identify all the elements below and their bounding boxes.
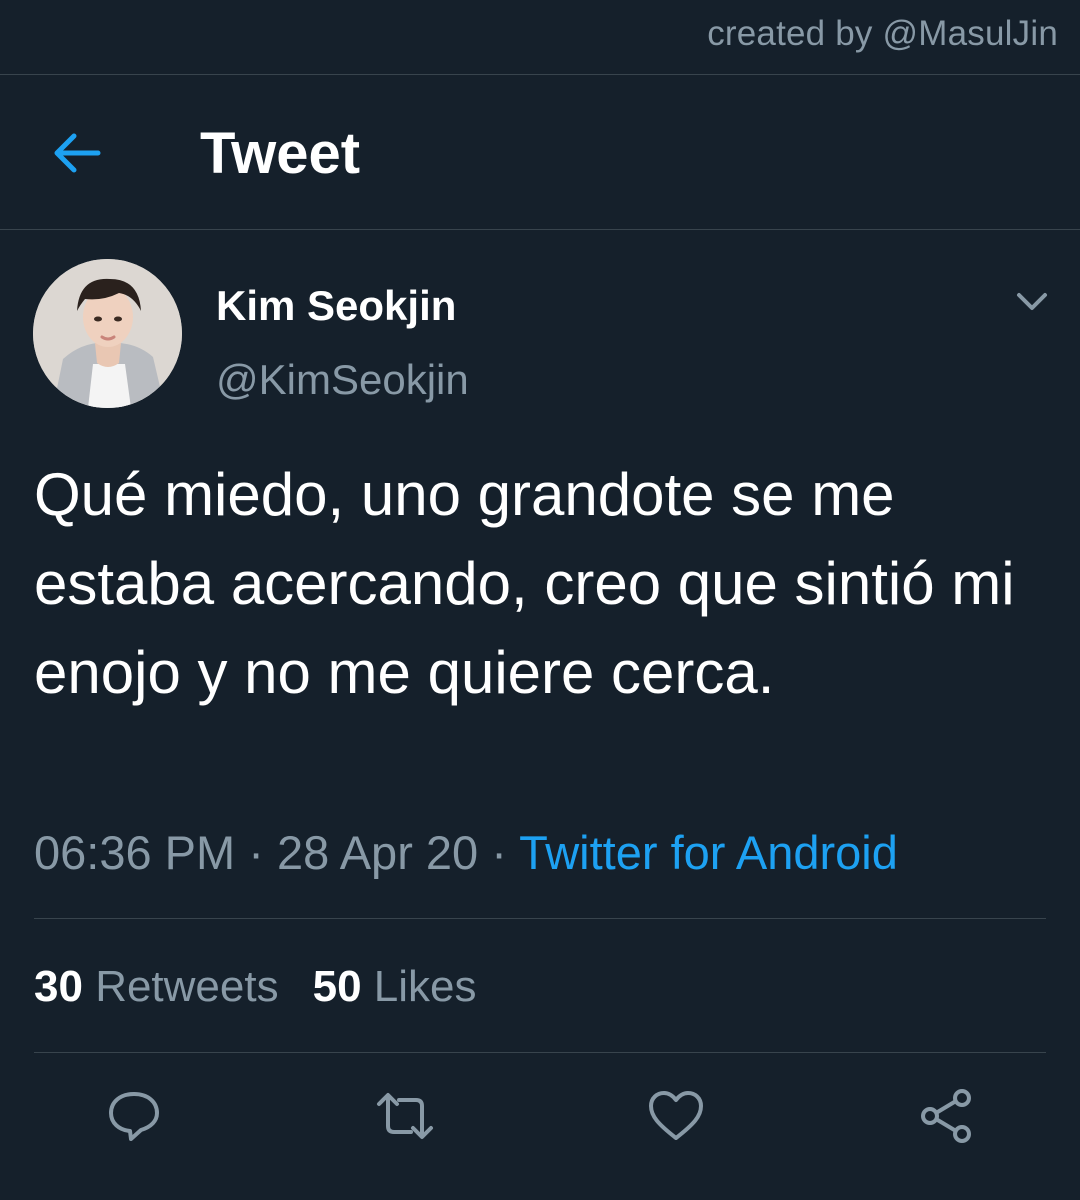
- top-divider: [0, 74, 1080, 75]
- retweet-button[interactable]: [375, 1086, 435, 1146]
- tweet-options-button[interactable]: [1012, 282, 1052, 322]
- reply-button[interactable]: [104, 1086, 164, 1146]
- author-display-name[interactable]: Kim Seokjin: [216, 282, 456, 330]
- meta-separator: ·: [235, 826, 277, 879]
- tweet-date: 28 Apr 20: [276, 826, 479, 879]
- retweets-stat[interactable]: 30 Retweets: [34, 962, 279, 1011]
- tweet-stats: 30 Retweets 50 Likes: [34, 962, 477, 1012]
- likes-label: Likes: [373, 962, 477, 1011]
- stats-divider: [34, 1052, 1046, 1053]
- like-icon: [646, 1086, 706, 1146]
- back-button[interactable]: [50, 126, 104, 180]
- meta-divider: [34, 918, 1046, 919]
- watermark-credit: created by @MasulJin: [707, 14, 1058, 53]
- tweet-meta: 06:36 PM · 28 Apr 20 · Twitter for Andro…: [34, 825, 898, 880]
- like-button[interactable]: [646, 1086, 706, 1146]
- tweet-source-link[interactable]: Twitter for Android: [519, 826, 898, 879]
- meta-separator: ·: [478, 826, 520, 879]
- tweet-text: Qué miedo, uno grandote se me estaba ace…: [34, 461, 1015, 706]
- arrow-left-icon: [50, 126, 104, 180]
- likes-stat[interactable]: 50 Likes: [313, 962, 477, 1011]
- tweet-time: 06:36 PM: [34, 826, 236, 879]
- reply-icon: [104, 1086, 164, 1146]
- avatar[interactable]: [33, 259, 182, 408]
- retweets-count: 30: [34, 962, 83, 1011]
- page-title: Tweet: [200, 121, 361, 186]
- share-button[interactable]: [916, 1086, 976, 1146]
- retweets-label: Retweets: [95, 962, 279, 1011]
- share-icon: [916, 1086, 976, 1146]
- retweet-icon: [375, 1086, 435, 1146]
- author-handle[interactable]: @KimSeokjin: [216, 356, 469, 404]
- app-header: Tweet: [0, 76, 1080, 228]
- header-divider: [0, 229, 1080, 230]
- likes-count: 50: [312, 962, 362, 1011]
- chevron-down-icon: [1012, 282, 1052, 322]
